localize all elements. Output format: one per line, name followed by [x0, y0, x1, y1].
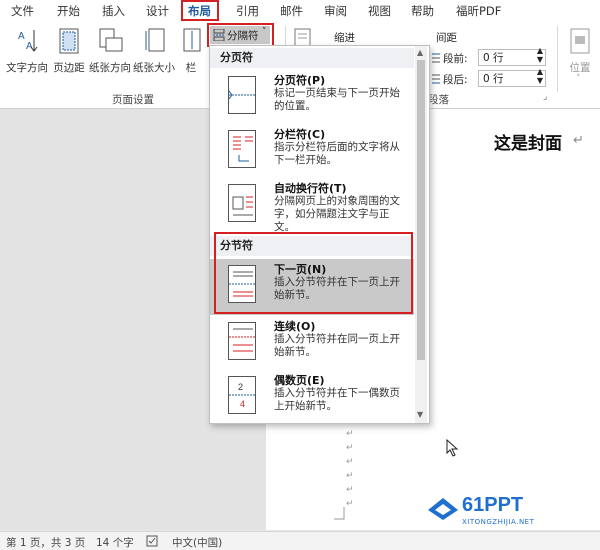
scrollbar-thumb[interactable] — [417, 60, 425, 360]
paragraph-mark-icon: ↵ — [573, 133, 584, 148]
even-page-section-icon: 2 4 — [228, 376, 256, 414]
size-button[interactable]: 纸张大小 — [132, 26, 176, 82]
tab-references[interactable]: 引用 — [236, 0, 259, 22]
menu-item-even-page[interactable]: 2 4 偶数页(E) 插入分节符并在下一偶数页上开始新节。 — [210, 370, 414, 424]
spinner-icon[interactable]: ▲ ▼ — [537, 46, 543, 64]
group-label-page-setup: 页面设置 — [112, 94, 154, 106]
space-after-input[interactable]: 0 行 ▲ ▼ — [478, 67, 546, 87]
menu-item-column-break[interactable]: 分栏符(C) 指示分栏符后面的文字将从下一栏开始。 — [210, 124, 414, 178]
paragraph-marks: ↵ ↵ ↵ ↵ ↵ ↵ — [346, 429, 354, 509]
tab-file[interactable]: 文件 — [11, 0, 34, 22]
space-before-label: 段前: — [443, 53, 468, 65]
proofing-icon[interactable] — [146, 535, 158, 547]
svg-text:A: A — [26, 41, 33, 52]
space-after-icon — [432, 74, 440, 84]
orientation-label: 纸张方向 — [89, 62, 131, 74]
word-count[interactable]: 14 个字 — [96, 535, 134, 550]
status-bar: 第 1 页，共 3 页 14 个字 中文(中国) — [0, 531, 600, 550]
text-direction-icon: A A — [18, 30, 38, 52]
menu-item-description: 分隔网页上的对象周围的文字，如分隔题注文字与正文。 — [274, 195, 400, 233]
tab-review[interactable]: 审阅 — [324, 0, 347, 22]
menu-item-title: 分栏符(C) — [274, 128, 326, 141]
menu-item-text-wrapping[interactable]: 自动换行符(T) 分隔网页上的对象周围的文字，如分隔题注文字与正文。 — [210, 178, 414, 233]
menu-item-continuous[interactable]: 连续(O) 插入分节符并在同一页上开始新节。 — [210, 316, 414, 370]
columns-icon — [183, 28, 201, 52]
menu-item-title: 分页符(P) — [274, 74, 326, 87]
page-corner-mark — [334, 507, 345, 520]
breaks-dropdown: 分页符 分页符(P) 标记一页结束与下一页开始的位置。 分栏符(C) 指示分栏符… — [209, 45, 430, 424]
position-icon — [570, 28, 590, 54]
page-breaks-header: 分页符 — [210, 48, 414, 68]
text-wrapping-icon — [228, 184, 256, 222]
page-size-icon — [145, 28, 165, 52]
page-count[interactable]: 第 1 页，共 3 页 — [6, 535, 85, 550]
text-direction-label: 文字方向 — [6, 62, 48, 74]
menu-item-description: 指示分栏符后面的文字将从下一栏开始。 — [274, 141, 400, 166]
layout-tab-highlight — [181, 0, 219, 21]
position-button[interactable]: 位置 ˅ — [563, 26, 597, 88]
scroll-down-icon[interactable]: ▼ — [417, 410, 423, 419]
chevron-down-icon: ˅ — [576, 74, 581, 84]
tab-design[interactable]: 设计 — [146, 0, 169, 22]
menu-item-description: 标记一页结束与下一页开始的位置。 — [274, 87, 400, 112]
spacing-label: 间距 — [436, 32, 457, 44]
dialog-launcher-icon[interactable]: ⌟ — [543, 92, 547, 102]
mouse-cursor-icon — [446, 439, 459, 457]
column-break-icon — [228, 130, 256, 168]
menu-item-title: 连续(O) — [274, 320, 316, 333]
group-label-paragraph: 段落 — [428, 94, 449, 106]
tab-home[interactable]: 开始 — [57, 0, 80, 22]
watermark-url: XITONGZHIJIA.NET — [462, 518, 535, 526]
margins-button[interactable]: 页边距 — [50, 26, 88, 82]
section-break-highlight — [214, 232, 413, 314]
breaks-button-highlight — [207, 23, 274, 47]
spinner-icon[interactable]: ▲ ▼ — [537, 67, 543, 85]
space-before-input[interactable]: 0 行 ▲ ▼ — [478, 46, 546, 66]
page-break-icon — [228, 76, 256, 114]
svg-text:2: 2 — [238, 382, 243, 392]
svg-text:A: A — [18, 31, 25, 42]
watermark: 61PPT XITONGZHIJIA.NET — [426, 494, 598, 530]
menu-item-page-break[interactable]: 分页符(P) 标记一页结束与下一页开始的位置。 — [210, 70, 414, 124]
space-after-label: 段后: — [443, 74, 468, 86]
group-separator — [557, 26, 558, 92]
cover-heading: 这是封面 — [494, 134, 562, 154]
language-indicator[interactable]: 中文(中国) — [172, 535, 222, 550]
columns-label: 栏 — [185, 62, 197, 74]
menu-item-title: 自动换行符(T) — [274, 182, 347, 195]
menu-item-description: 插入分节符并在同一页上开始新节。 — [274, 333, 400, 358]
menu-item-description: 插入分节符并在下一偶数页上开始新节。 — [274, 387, 400, 412]
position-label: 位置 — [569, 62, 591, 74]
watermark-logo-text: 61PPT — [462, 494, 524, 516]
menu-item-title: 偶数页(E) — [274, 374, 325, 387]
size-label: 纸张大小 — [133, 62, 175, 74]
tab-insert[interactable]: 插入 — [102, 0, 125, 22]
tab-help[interactable]: 帮助 — [411, 0, 434, 22]
margins-icon — [59, 28, 79, 54]
columns-button[interactable]: 栏 — [178, 26, 204, 82]
margins-label: 页边距 — [53, 62, 85, 74]
menu-bar: 文件 开始 插入 设计 布局 引用 邮件 审阅 视图 帮助 福昕PDF — [0, 0, 600, 22]
site-logo — [428, 498, 458, 520]
continuous-section-icon — [228, 322, 256, 360]
dropdown-scrollbar[interactable]: ▲ ▼ — [415, 46, 427, 423]
svg-text:4: 4 — [240, 399, 245, 409]
orientation-button[interactable]: 纸张方向 — [88, 26, 132, 82]
orientation-icon — [99, 28, 123, 52]
tab-foxit-pdf[interactable]: 福昕PDF — [456, 0, 501, 22]
scroll-up-icon[interactable]: ▲ — [417, 48, 423, 57]
tab-mailings[interactable]: 邮件 — [280, 0, 303, 22]
indent-label: 缩进 — [334, 32, 355, 44]
tab-view[interactable]: 视图 — [368, 0, 391, 22]
text-direction-button[interactable]: A A 文字方向 — [4, 26, 50, 82]
space-before-icon — [432, 53, 440, 63]
space-after-value: 0 行 — [483, 73, 504, 85]
space-before-value: 0 行 — [483, 52, 504, 64]
